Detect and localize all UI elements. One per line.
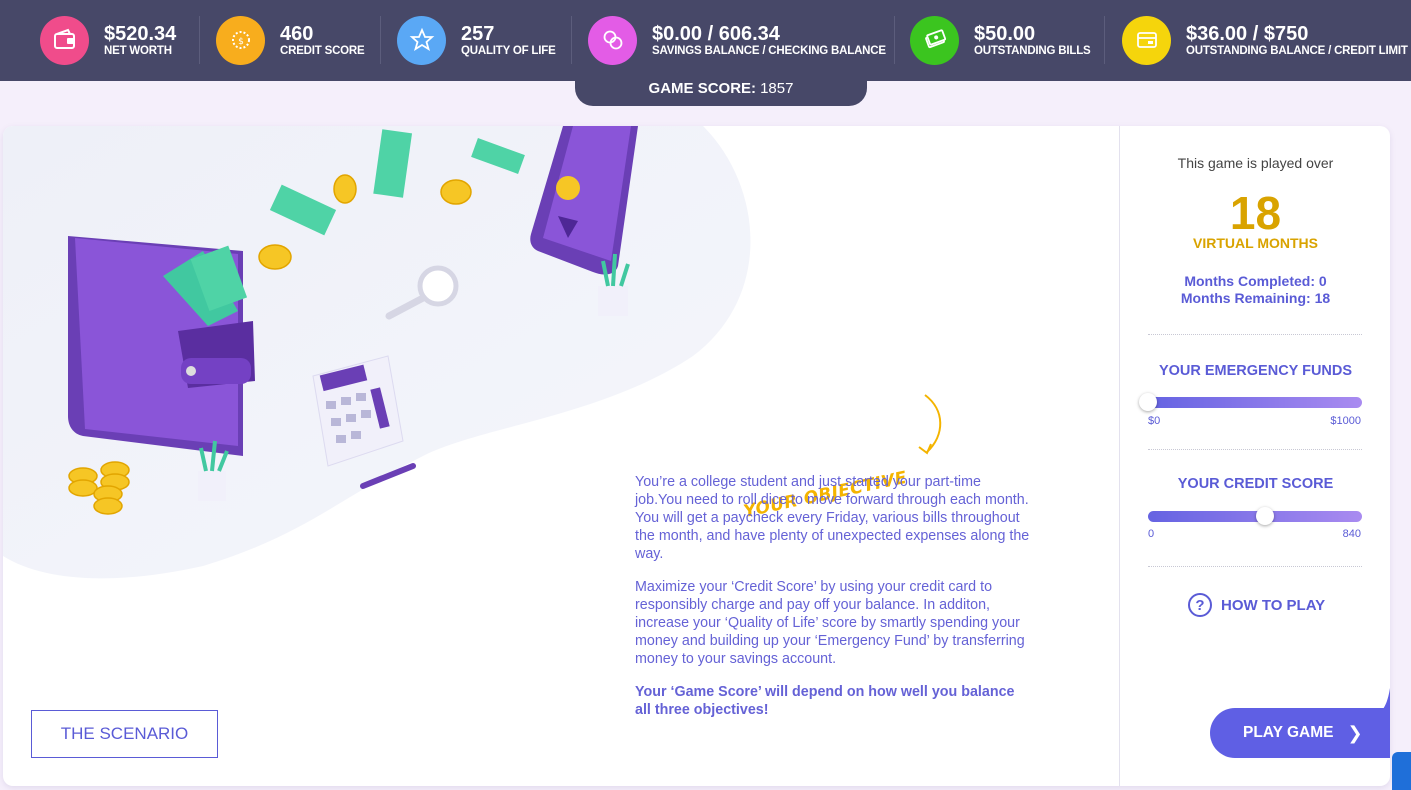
credit-balance-label: OUTSTANDING BALANCE / CREDIT LIMIT <box>1186 44 1408 57</box>
emergency-min-label: $0 <box>1148 415 1161 427</box>
savings-checking-label: SAVINGS BALANCE / CHECKING BALANCE <box>652 44 886 57</box>
emergency-funds-thumb[interactable] <box>1139 393 1157 411</box>
game-score-badge: GAME SCORE: 1857 <box>575 70 867 106</box>
credit-score-value: 460 <box>280 22 314 45</box>
outstanding-bills-value: $50.00 <box>974 22 1036 45</box>
credit-score-thumb[interactable] <box>1256 507 1275 525</box>
coins-icon <box>588 15 637 65</box>
star-icon <box>397 15 446 65</box>
quality-of-life-label: QUALITY OF LIFE <box>461 44 556 57</box>
quality-of-life-value: 257 <box>461 22 495 45</box>
how-to-play-link[interactable]: ? HOW TO PLAY <box>1188 593 1325 617</box>
game-score-label: GAME SCORE: <box>648 79 757 97</box>
objective-paragraph-1: You’re a college student and just starte… <box>635 474 1030 562</box>
credit-score-label: CREDIT SCORE <box>280 44 365 57</box>
svg-text:$: $ <box>238 37 244 47</box>
savings-checking-value: $0.00 / 606.34 <box>652 22 780 45</box>
months-remaining: Months Remaining: 18 <box>1180 290 1331 306</box>
emergency-funds-title: YOUR EMERGENCY FUNDS <box>1158 363 1353 379</box>
section-divider <box>1148 449 1362 450</box>
outstanding-bills-label: OUTSTANDING BILLS <box>974 44 1091 57</box>
scenario-button[interactable]: THE SCENARIO <box>31 710 218 758</box>
credit-min-label: 0 <box>1148 528 1155 540</box>
objective-paragraph-3: Your ‘Game Score’ will depend on how wel… <box>635 684 1015 718</box>
chat-widget-corner[interactable] <box>1392 752 1411 790</box>
section-divider <box>1148 566 1362 567</box>
how-to-play-label: HOW TO PLAY <box>1221 596 1326 614</box>
play-game-button[interactable]: PLAY GAME ❯ <box>1210 708 1390 758</box>
net-worth-label: NET WORTH <box>104 44 172 57</box>
net-worth-stat: $520.34 NET WORTH <box>40 15 177 65</box>
stat-divider <box>1104 16 1105 64</box>
game-info-panel: This game is played over 18 VIRTUAL MONT… <box>1119 126 1390 786</box>
objective-text: You’re a college student and just starte… <box>635 473 1030 734</box>
play-game-area: PLAY GAME ❯ <box>1208 688 1390 786</box>
outstanding-bills-stat: $50.00 OUTSTANDING BILLS <box>910 15 1091 65</box>
help-icon: ? <box>1188 593 1212 617</box>
gauge-icon: $ <box>216 15 265 65</box>
emergency-funds-slider[interactable] <box>1139 393 1362 411</box>
credit-score-slider[interactable] <box>1148 507 1362 525</box>
credit-max-label: 840 <box>1342 528 1361 540</box>
emergency-max-label: $1000 <box>1330 415 1361 427</box>
game-score-value: 1857 <box>760 79 794 97</box>
credit-card-icon <box>1122 15 1171 65</box>
objective-paragraph-2: Maximize your ‘Credit Score’ by using yo… <box>635 579 1025 667</box>
stat-divider <box>894 16 895 64</box>
stat-divider <box>571 16 572 64</box>
curved-arrow-icon <box>918 394 942 455</box>
stats-bar: $520.34 NET WORTH $ 460 CREDIT SCORE 257… <box>0 0 1411 81</box>
wallet-icon <box>40 15 89 65</box>
credit-score-title: YOUR CREDIT SCORE <box>1177 476 1334 492</box>
months-label: VIRTUAL MONTHS <box>1193 235 1318 251</box>
stat-divider <box>199 16 200 64</box>
section-divider <box>1148 334 1362 335</box>
credit-balance-stat: $36.00 / $750 OUTSTANDING BALANCE / CRED… <box>1122 15 1408 65</box>
played-over-text: This game is played over <box>1177 155 1334 171</box>
chevron-right-icon: ❯ <box>1347 722 1363 743</box>
savings-checking-stat: $0.00 / 606.34 SAVINGS BALANCE / CHECKIN… <box>588 15 886 65</box>
play-game-label: PLAY GAME <box>1243 724 1334 741</box>
cash-icon <box>910 15 959 65</box>
credit-balance-value: $36.00 / $750 <box>1186 22 1309 45</box>
months-completed: Months Completed: 0 <box>1184 273 1327 289</box>
credit-score-stat: $ 460 CREDIT SCORE <box>216 15 365 65</box>
stat-divider <box>380 16 381 64</box>
months-number: 18 <box>1229 187 1282 239</box>
net-worth-value: $520.34 <box>104 22 177 45</box>
quality-of-life-stat: 257 QUALITY OF LIFE <box>397 15 556 65</box>
